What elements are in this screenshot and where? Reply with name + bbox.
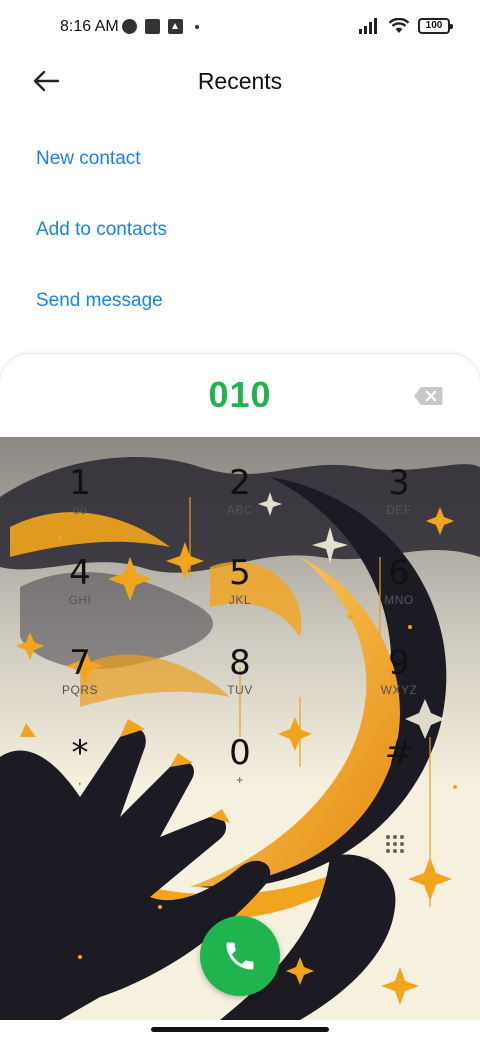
key-letters: MNO	[384, 593, 414, 607]
backspace-icon[interactable]	[413, 386, 443, 406]
phone-icon	[226, 942, 254, 970]
home-indicator[interactable]	[151, 1027, 329, 1032]
dial-key-8[interactable]: 8 TUV	[190, 643, 290, 723]
key-letters: oo	[72, 503, 88, 517]
dial-key-2[interactable]: 2 ABC	[190, 463, 290, 543]
key-letters: ,	[78, 773, 82, 787]
key-letters: +	[236, 773, 244, 787]
key-digit: 1	[69, 463, 91, 503]
key-digit: 7	[69, 643, 91, 683]
key-digit: #	[384, 733, 414, 773]
dot-icon	[195, 24, 199, 29]
dial-key-1[interactable]: 1 oo	[30, 463, 130, 543]
key-letters: PQRS	[61, 683, 98, 697]
key-digit: 5	[229, 553, 251, 593]
key-digit: 4	[69, 553, 91, 593]
key-digit: *	[71, 733, 89, 773]
dial-key-4[interactable]: 4 GHI	[30, 553, 130, 633]
dialpad-grid-icon[interactable]	[385, 834, 405, 854]
key-letters: WXYZ	[380, 683, 418, 697]
dialed-number: 010	[208, 374, 272, 415]
key-letters: GHI	[68, 593, 92, 607]
key-letters: TUV	[227, 683, 253, 697]
page-title: Recents	[197, 68, 283, 94]
dial-key-star[interactable]: * ,	[30, 733, 130, 813]
dial-key-3[interactable]: 3 DEF	[349, 463, 449, 543]
call-button[interactable]	[200, 916, 280, 996]
wifi-icon	[388, 18, 410, 33]
app-circle-icon	[122, 19, 137, 34]
system-icons: 100	[358, 18, 453, 34]
key-letters: ABC	[226, 503, 254, 517]
dial-key-6[interactable]: 6 MNO	[349, 553, 449, 633]
key-letters: JKL	[228, 593, 252, 607]
status-time: 8:16 AM	[60, 18, 119, 35]
notification-icons	[122, 19, 199, 34]
key-letters: DEF	[386, 503, 412, 517]
key-digit: 8	[229, 643, 251, 683]
dial-key-9[interactable]: 9 WXYZ	[349, 643, 449, 723]
key-digit: 3	[388, 463, 410, 503]
new-contact-button[interactable]: New contact	[36, 148, 141, 170]
upload-icon	[168, 19, 183, 34]
dial-key-0[interactable]: 0 +	[190, 733, 290, 813]
dial-key-5[interactable]: 5 JKL	[190, 553, 290, 633]
square-icon	[145, 19, 160, 34]
add-to-contacts-button[interactable]: Add to contacts	[36, 219, 167, 241]
dial-key-hash[interactable]: #	[349, 733, 449, 813]
battery-icon: 100	[418, 18, 453, 34]
signal-icon	[359, 18, 377, 34]
key-digit: 9	[388, 643, 410, 683]
key-digit: 0	[229, 733, 251, 773]
dial-key-7[interactable]: 7 PQRS	[30, 643, 130, 723]
status-bar: 8:16 AM 100	[0, 0, 480, 56]
key-digit: 2	[229, 463, 251, 503]
key-digit: 6	[388, 553, 410, 593]
send-message-button[interactable]: Send message	[36, 290, 163, 312]
